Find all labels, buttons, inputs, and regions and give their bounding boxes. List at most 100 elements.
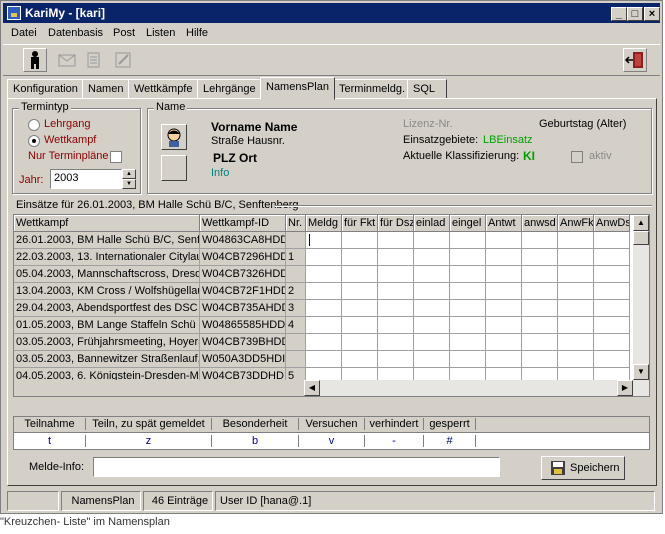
menu-hilfe[interactable]: Hilfe [186,27,208,39]
nur-terminplaene-checkbox[interactable] [110,151,122,163]
grid-cell[interactable] [486,334,522,351]
grid-cell[interactable]: 26.01.2003, BM Halle Schü B/C, Senf [14,232,200,249]
grid-cell[interactable] [594,283,630,300]
grid-cell[interactable] [522,266,558,283]
grid-cell[interactable] [414,317,450,334]
save-button[interactable]: Speichern [541,456,625,480]
grid-cell[interactable] [342,266,378,283]
grid-cell[interactable] [486,351,522,368]
grid-cell[interactable] [306,334,342,351]
grid-cell[interactable] [306,266,342,283]
grid-cell[interactable] [450,317,486,334]
grid-cell[interactable] [486,232,522,249]
grid-header-8[interactable]: Antwt [486,215,522,232]
grid-cell[interactable] [306,351,342,368]
grid-cell[interactable]: 4 [286,317,306,334]
grid-cell[interactable] [594,249,630,266]
grid-header-2[interactable]: Nr. [286,215,306,232]
grid-header-0[interactable]: Wettkampf [14,215,200,232]
grid-cell[interactable] [486,317,522,334]
grid-cell[interactable] [450,351,486,368]
grid-cell[interactable] [378,266,414,283]
grid-header-6[interactable]: einlad [414,215,450,232]
grid-cell[interactable] [378,249,414,266]
horizontal-scrollbar[interactable] [304,380,649,396]
info-link[interactable]: Info [211,167,229,179]
grid-cell[interactable] [378,317,414,334]
grid-cell[interactable] [306,283,342,300]
maximize-button[interactable]: □ [627,7,643,21]
grid-cell[interactable]: 01.05.2003, BM Lange Staffeln Schü B [14,317,200,334]
document-button[interactable] [81,48,105,72]
scroll-right-button[interactable]: ▶ [617,380,633,396]
grid-cell[interactable] [378,334,414,351]
grid-cell[interactable] [450,283,486,300]
vertical-scroll-thumb[interactable] [633,231,649,245]
grid-cell[interactable] [378,283,414,300]
grid-cell[interactable] [378,232,414,249]
exit-button[interactable] [623,48,647,72]
grid-cell[interactable] [522,232,558,249]
grid-cell[interactable]: W050A3DD5HDI [200,351,286,368]
grid-cell[interactable]: 3 [286,300,306,317]
grid-cell[interactable] [594,232,630,249]
grid-cell[interactable] [414,300,450,317]
jahr-input[interactable]: 2003 [50,169,122,189]
grid-cell[interactable] [558,317,594,334]
grid-header-9[interactable]: anwsd [522,215,558,232]
grid-cell[interactable] [378,300,414,317]
grid-cell[interactable] [342,351,378,368]
grid-cell[interactable]: 03.05.2003, Frühjahrsmeeting, Hoyersv [14,334,200,351]
grid-cell[interactable]: 05.04.2003, Mannschaftscross, Dresd [14,266,200,283]
grid-cell[interactable] [450,249,486,266]
aktiv-checkbox[interactable] [571,151,583,163]
grid-cell[interactable] [522,283,558,300]
grid-header-1[interactable]: Wettkampf-ID [200,215,286,232]
grid-cell[interactable] [522,249,558,266]
grid-cell[interactable] [522,351,558,368]
grid-cell[interactable]: 22.03.2003, 13. Internationaler Citylauf [14,249,200,266]
grid-header-3[interactable]: Meldg [306,215,342,232]
grid-cell[interactable]: 13.04.2003, KM Cross / Wolfshügellau [14,283,200,300]
grid-cell[interactable] [414,232,450,249]
grid-cell[interactable] [558,351,594,368]
jahr-down-button[interactable]: ▼ [122,179,136,189]
grid-cell[interactable] [286,266,306,283]
grid-cell[interactable] [306,300,342,317]
grid-cell[interactable] [594,317,630,334]
grid-cell[interactable] [306,249,342,266]
grid-cell[interactable] [522,334,558,351]
tab-namen[interactable]: Namen [82,79,130,99]
grid-cell[interactable] [486,266,522,283]
grid-cell[interactable] [450,266,486,283]
menu-post[interactable]: Post [113,27,135,39]
grid-cell[interactable]: W04865585HDD [200,317,286,334]
grid-cell[interactable] [522,317,558,334]
grid-cell[interactable] [486,283,522,300]
grid-cell[interactable] [558,249,594,266]
grid-cell[interactable]: W04863CA8HDD [200,232,286,249]
grid-cell[interactable] [286,334,306,351]
grid-cell[interactable] [594,300,630,317]
grid-cell[interactable] [558,266,594,283]
scroll-up-button[interactable]: ▲ [633,215,649,231]
grid-cell[interactable]: 29.04.2003, Abendsportfest des DSC 1 [14,300,200,317]
grid-cell[interactable] [342,300,378,317]
mail-button[interactable] [55,48,79,72]
menu-datei[interactable]: Datei [11,27,37,39]
scroll-left-button[interactable]: ◀ [304,380,320,396]
grid-cell[interactable] [594,351,630,368]
grid-cell[interactable]: W04CB735AHDD [200,300,286,317]
grid-cell[interactable] [450,232,486,249]
person-button[interactable] [23,48,47,72]
grid-cell[interactable] [594,334,630,351]
grid-cell[interactable] [486,249,522,266]
grid-cell[interactable]: 03.05.2003, Bannewitzer Straßenlauf, [14,351,200,368]
grid-header-7[interactable]: eingel [450,215,486,232]
grid-header-11[interactable]: AnwDs [594,215,630,232]
radio-lehrgang[interactable] [28,119,40,131]
grid-header-10[interactable]: AnwFk [558,215,594,232]
grid-cell[interactable]: W04CB7296HDD [200,249,286,266]
grid-cell[interactable] [342,334,378,351]
tab-sql[interactable]: SQL [407,79,447,99]
